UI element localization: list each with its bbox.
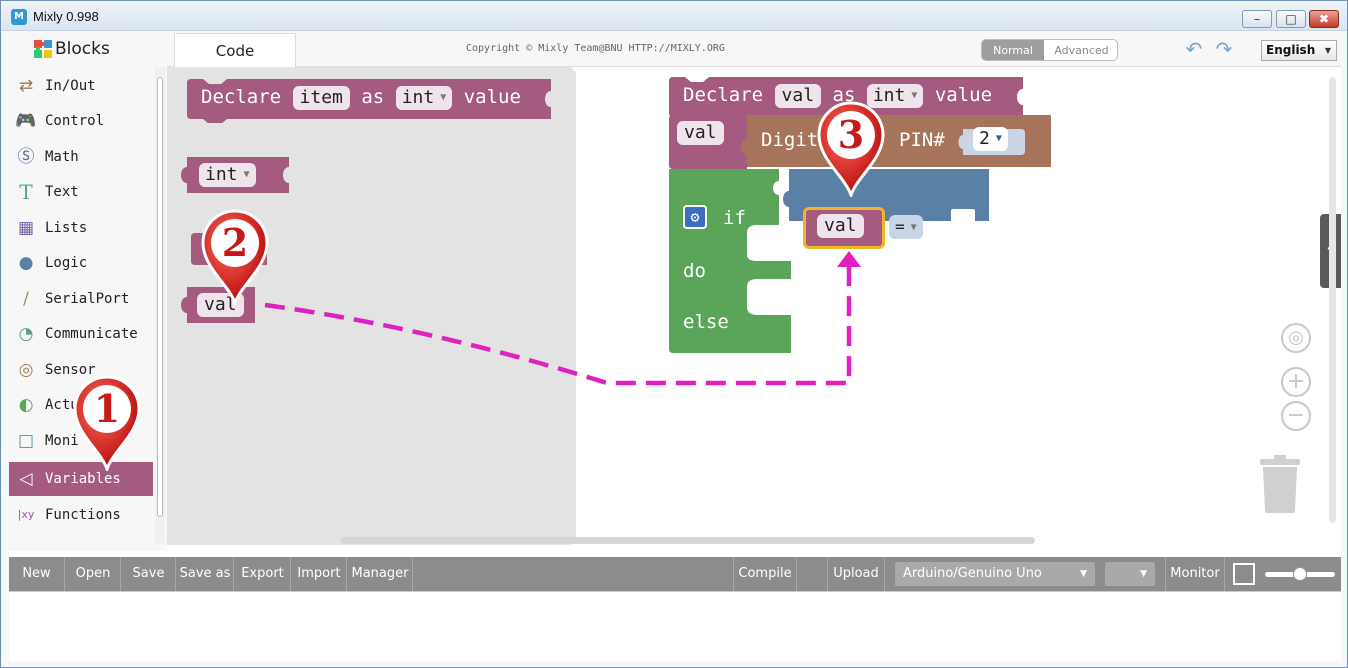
category-label: Functions — [45, 507, 121, 523]
category-communicate[interactable]: ◔ Communicate — [9, 317, 153, 351]
mode-toggle[interactable]: Normal Advanced — [981, 39, 1118, 61]
category-text[interactable]: T Text — [9, 175, 153, 209]
mode-normal-button[interactable]: Normal — [982, 40, 1044, 60]
category-serialport[interactable]: ∕ SerialPort — [9, 282, 153, 316]
board-select[interactable]: Arduino/Genuino Uno ▼ — [895, 562, 1095, 586]
tab-code[interactable]: Code — [174, 33, 296, 67]
category-functions[interactable]: |xy Functions — [9, 498, 153, 532]
gamepad-icon: 🎮 — [15, 111, 37, 131]
center-icon[interactable]: ◎ — [1281, 323, 1311, 353]
tab-blocks-label: Blocks — [55, 39, 110, 59]
save-button[interactable]: Save — [122, 557, 176, 591]
save-as-button[interactable]: Save as — [177, 557, 234, 591]
workspace-vertical-scrollbar[interactable] — [1329, 77, 1336, 523]
trash-icon[interactable] — [1260, 455, 1300, 515]
upload-button[interactable]: Upload — [827, 557, 885, 591]
close-icon: ✖ — [1318, 12, 1330, 26]
marker-one-label: 1 — [94, 386, 120, 431]
category-logic[interactable]: ● Logic — [9, 246, 153, 280]
marker-pin-three: 3 — [817, 101, 885, 197]
bulb-icon: ● — [18, 253, 34, 273]
chevron-down-icon: ▼ — [1140, 569, 1147, 579]
variables-icon: ◁ — [19, 469, 33, 489]
board-value: Arduino/Genuino Uno — [903, 566, 1042, 581]
monitor-button[interactable]: Monitor — [1165, 557, 1225, 591]
redo-icon[interactable]: ↷ — [1212, 38, 1236, 60]
copyright-text: Copyright © Mixly Team@BNU HTTP://MIXLY.… — [466, 43, 725, 54]
open-button[interactable]: Open — [66, 557, 121, 591]
window-title: Mixly 0.998 — [33, 9, 99, 24]
lists-icon: ▦ — [17, 218, 35, 238]
arrows-icon: ⇄ — [18, 76, 34, 96]
zoom-out-icon[interactable]: − — [1281, 401, 1311, 431]
satellite-icon: ◔ — [18, 324, 34, 344]
category-label: Text — [45, 184, 79, 200]
top-bar: Blocks Code Copyright © Mixly Team@BNU H… — [9, 31, 1341, 67]
output-console[interactable] — [9, 591, 1341, 661]
workspace[interactable]: Declare item as int ▼ value int ▼ val De… — [167, 67, 1341, 551]
export-button[interactable]: Export — [235, 557, 291, 591]
category-label: Lists — [45, 220, 88, 236]
category-label: Variables — [45, 471, 121, 487]
client-area: Blocks Code Copyright © Mixly Team@BNU H… — [9, 31, 1341, 661]
undo-icon[interactable]: ↶ — [1182, 38, 1206, 60]
category-label: Math — [45, 149, 79, 165]
category-inout[interactable]: ⇄ In/Out — [9, 69, 153, 103]
chevron-down-icon: ▼ — [1324, 46, 1331, 55]
compile-button[interactable]: Compile — [733, 557, 797, 591]
sensor-icon: ◎ — [18, 360, 34, 380]
close-button[interactable]: ✖ — [1309, 10, 1339, 28]
math-icon: Ⓢ — [17, 147, 35, 167]
zoom-slider-knob[interactable] — [1293, 567, 1307, 581]
chip-icon[interactable] — [1233, 563, 1255, 585]
toolbox: ⇄ In/Out 🎮 Control Ⓢ Math T Text ▦ Lists… — [9, 67, 167, 582]
category-label: Control — [45, 113, 105, 129]
marker-three-label: 3 — [838, 112, 864, 157]
tab-blocks[interactable]: Blocks — [9, 31, 167, 67]
category-lists[interactable]: ▦ Lists — [9, 211, 153, 245]
minimize-icon: – — [1254, 12, 1260, 26]
mode-advanced-button[interactable]: Advanced — [1044, 40, 1117, 60]
manager-button[interactable]: Manager — [348, 557, 413, 591]
marker-two-label: 2 — [222, 220, 248, 265]
actuator-icon: ◐ — [18, 395, 34, 415]
workspace-horizontal-scrollbar[interactable] — [341, 537, 1035, 544]
category-label: In/Out — [45, 78, 96, 94]
chevron-down-icon: ▼ — [1080, 569, 1087, 579]
zoom-in-icon[interactable]: + — [1281, 367, 1311, 397]
plug-icon: ∕ — [23, 289, 29, 309]
category-control[interactable]: 🎮 Control — [9, 104, 153, 138]
text-icon: T — [19, 180, 33, 204]
language-value: English — [1266, 43, 1316, 57]
marker-pin-one: 1 — [73, 375, 141, 471]
tab-code-label: Code — [215, 42, 255, 60]
new-button[interactable]: New — [9, 557, 65, 591]
mixly-logo-icon: M — [11, 9, 27, 25]
category-label: Logic — [45, 255, 88, 271]
toolbox-vertical-scrollbar[interactable] — [155, 67, 165, 543]
title-bar: M Mixly 0.998 – □ ✖ — [1, 1, 1347, 31]
maximize-button[interactable]: □ — [1276, 10, 1306, 28]
category-math[interactable]: Ⓢ Math — [9, 140, 153, 174]
scrollbar-thumb[interactable] — [157, 77, 163, 517]
category-label: SerialPort — [45, 291, 130, 307]
bottom-toolbar: New Open Save Save as Export Import Mana… — [9, 557, 1341, 591]
language-select[interactable]: English ▼ — [1261, 40, 1337, 61]
app-window: M Mixly 0.998 – □ ✖ Blocks Code Copyrigh… — [0, 0, 1348, 668]
port-select[interactable]: ▼ — [1105, 562, 1155, 586]
functions-icon: |xy — [17, 508, 35, 521]
minimize-button[interactable]: – — [1242, 10, 1272, 28]
puzzle-icon — [34, 40, 52, 58]
category-label: Communicate — [45, 326, 138, 342]
marker-pin-two: 2 — [201, 209, 269, 305]
drag-path-arrow — [264, 251, 861, 386]
import-button[interactable]: Import — [292, 557, 347, 591]
monitor-icon: □ — [17, 431, 35, 451]
maximize-icon: □ — [1285, 12, 1297, 26]
